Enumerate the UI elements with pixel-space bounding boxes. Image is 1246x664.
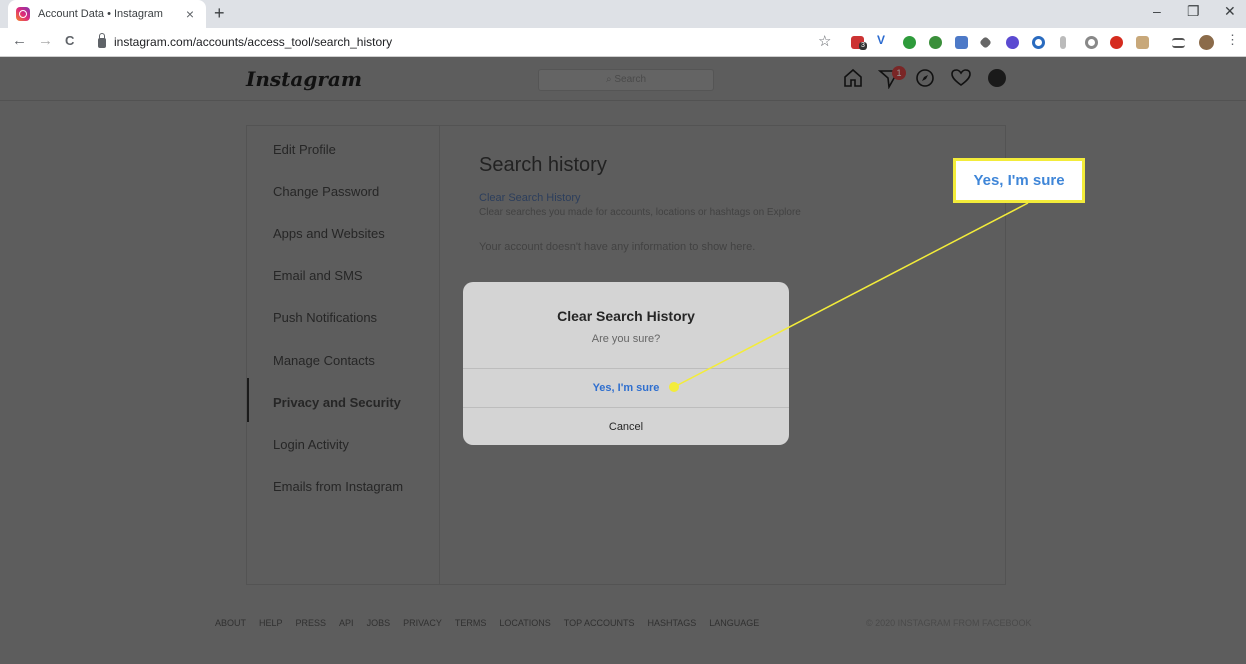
sidebar-active-indicator bbox=[247, 378, 249, 422]
search-placeholder: Search bbox=[614, 74, 647, 85]
instagram-header: Instagram ⌕ Search 1 bbox=[0, 57, 1246, 101]
bookmark-star-icon[interactable]: ☆ bbox=[818, 32, 831, 50]
minimize-button[interactable]: – bbox=[1153, 3, 1161, 19]
instagram-logo[interactable]: Instagram bbox=[246, 67, 362, 91]
url-text: instagram.com/accounts/access_tool/searc… bbox=[114, 35, 393, 49]
close-window-button[interactable]: ✕ bbox=[1224, 3, 1236, 20]
v-icon[interactable]: V bbox=[877, 33, 890, 47]
grey-circle-icon[interactable] bbox=[1085, 36, 1098, 49]
address-bar[interactable]: instagram.com/accounts/access_tool/searc… bbox=[92, 31, 842, 53]
cat-icon[interactable] bbox=[1136, 36, 1149, 49]
ext-blue-icon[interactable] bbox=[955, 36, 968, 49]
tab-close-icon[interactable]: × bbox=[182, 6, 198, 22]
forward-button[interactable]: → bbox=[38, 32, 53, 49]
copyright: © 2020 INSTAGRAM FROM FACEBOOK bbox=[866, 618, 1032, 628]
confirm-button[interactable]: Yes, I'm sure bbox=[463, 368, 789, 407]
footer-link-top-accounts[interactable]: TOP ACCOUNTS bbox=[564, 618, 635, 628]
sidebar-item-emails-from-instagram[interactable]: Emails from Instagram bbox=[273, 479, 403, 494]
reading-list-icon[interactable] bbox=[1172, 38, 1185, 48]
profile-avatar[interactable] bbox=[988, 69, 1006, 87]
clear-history-dialog: Clear Search History Are you sure? Yes, … bbox=[463, 282, 789, 445]
heart-icon[interactable] bbox=[950, 67, 972, 89]
sidebar-item-privacy-and-security[interactable]: Privacy and Security bbox=[273, 395, 401, 410]
page-title: Search history bbox=[479, 154, 607, 176]
sidebar-item-change-password[interactable]: Change Password bbox=[273, 184, 379, 199]
footer-link-api[interactable]: API bbox=[339, 618, 354, 628]
adblock-icon[interactable] bbox=[1110, 36, 1123, 49]
home-icon[interactable] bbox=[842, 67, 864, 89]
explore-icon[interactable] bbox=[914, 67, 936, 89]
menu-dots-icon[interactable]: ⋮ bbox=[1226, 32, 1239, 48]
browser-toolbar: ← → C instagram.com/accounts/access_tool… bbox=[0, 28, 1246, 57]
notification-badge: 1 bbox=[892, 66, 906, 80]
footer-link-language[interactable]: LANGUAGE bbox=[709, 618, 759, 628]
reload-button[interactable]: C bbox=[65, 33, 74, 48]
sidebar-item-manage-contacts[interactable]: Manage Contacts bbox=[273, 353, 375, 368]
sidebar-item-apps-and-websites[interactable]: Apps and Websites bbox=[273, 226, 385, 241]
sidebar-item-edit-profile[interactable]: Edit Profile bbox=[273, 142, 336, 157]
circle-icon[interactable] bbox=[1032, 36, 1045, 49]
back-button[interactable]: ← bbox=[12, 32, 27, 49]
instagram-favicon-icon bbox=[16, 7, 30, 21]
extension-badge: 3 bbox=[859, 42, 867, 50]
sidebar-item-login-activity[interactable]: Login Activity bbox=[273, 437, 349, 452]
sidebar-item-push-notifications[interactable]: Push Notifications bbox=[273, 310, 377, 325]
footer-link-help[interactable]: HELP bbox=[259, 618, 283, 628]
purple-icon[interactable] bbox=[1006, 36, 1019, 49]
grammarly-icon[interactable] bbox=[929, 36, 942, 49]
footer-link-privacy[interactable]: PRIVACY bbox=[403, 618, 442, 628]
footer-link-about[interactable]: ABOUT bbox=[215, 618, 246, 628]
dialog-subtitle: Are you sure? bbox=[591, 333, 661, 345]
search-input[interactable]: ⌕ Search bbox=[538, 69, 714, 91]
empty-state-text: Your account doesn't have any informatio… bbox=[479, 241, 756, 253]
sidebar-item-email-and-sms[interactable]: Email and SMS bbox=[273, 268, 363, 283]
lock-icon bbox=[98, 33, 106, 48]
profile-avatar[interactable] bbox=[1199, 35, 1214, 50]
footer-link-hashtags[interactable]: HASHTAGS bbox=[647, 618, 696, 628]
clear-search-history-link[interactable]: Clear Search History bbox=[479, 192, 580, 204]
footer-link-jobs[interactable]: JOBS bbox=[367, 618, 391, 628]
footer-links: ABOUT HELP PRESS API JOBS PRIVACY TERMS … bbox=[215, 618, 759, 628]
new-tab-button[interactable]: + bbox=[214, 3, 225, 24]
cancel-button[interactable]: Cancel bbox=[463, 407, 789, 445]
pin-icon[interactable] bbox=[1060, 36, 1066, 49]
browser-tabbar: Account Data • Instagram × + – ❐ ✕ bbox=[0, 0, 1246, 28]
settings-sidebar: Edit Profile Change Password Apps and We… bbox=[247, 126, 440, 584]
clear-search-history-description: Clear searches you made for accounts, lo… bbox=[479, 207, 801, 218]
tab-title: Account Data • Instagram bbox=[38, 8, 163, 20]
evernote-icon[interactable] bbox=[903, 36, 916, 49]
dialog-title: Clear Search History bbox=[557, 308, 695, 324]
footer-link-locations[interactable]: LOCATIONS bbox=[499, 618, 550, 628]
arrow-icon[interactable] bbox=[979, 36, 992, 49]
annotation-callout: Yes, I'm sure bbox=[953, 158, 1085, 203]
restore-button[interactable]: ❐ bbox=[1187, 3, 1200, 20]
footer-link-press[interactable]: PRESS bbox=[296, 618, 327, 628]
footer-link-terms[interactable]: TERMS bbox=[455, 618, 487, 628]
browser-tab[interactable]: Account Data • Instagram × bbox=[8, 0, 206, 28]
